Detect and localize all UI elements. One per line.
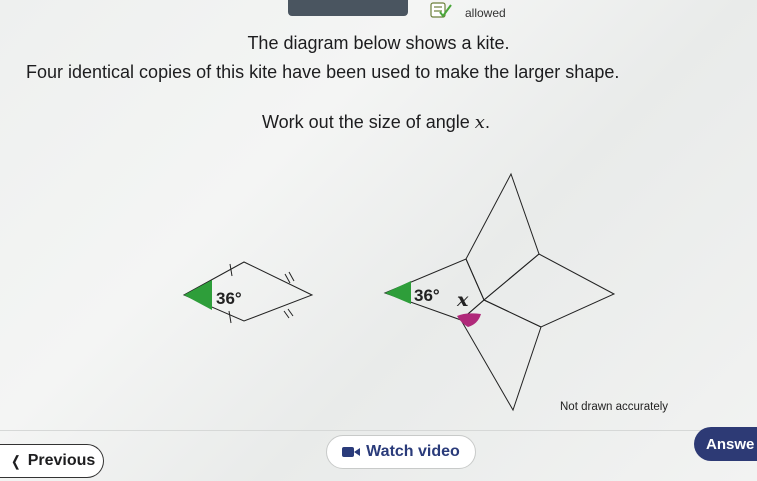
kite-top [465, 172, 540, 301]
tick-mark [287, 308, 294, 317]
shape-angle-label: 36° [414, 286, 440, 305]
tick-mark [288, 271, 295, 282]
tick-mark [284, 273, 291, 284]
angle-x-marker [457, 313, 481, 327]
divider [0, 430, 757, 431]
angle-x-label: x [456, 289, 469, 311]
tick-mark [283, 310, 290, 319]
watch-video-label: Watch video [366, 443, 460, 460]
watch-video-button[interactable]: Watch video [326, 435, 476, 469]
previous-button[interactable]: ❬ Previous [0, 444, 104, 478]
not-drawn-accurately-note: Not drawn accurately [560, 401, 669, 413]
chevron-left-icon: ❬ [10, 452, 22, 469]
video-camera-icon [342, 447, 361, 457]
tick-mark [228, 310, 232, 324]
answer-button-label: Answe [706, 435, 755, 453]
previous-button-label: Previous [27, 452, 96, 469]
kite-angle-marker [184, 280, 212, 310]
answer-button[interactable]: Answe [694, 427, 757, 461]
kite-angle-label: 36° [216, 289, 242, 308]
kite-right [483, 253, 616, 328]
shape-angle-marker [385, 281, 411, 304]
